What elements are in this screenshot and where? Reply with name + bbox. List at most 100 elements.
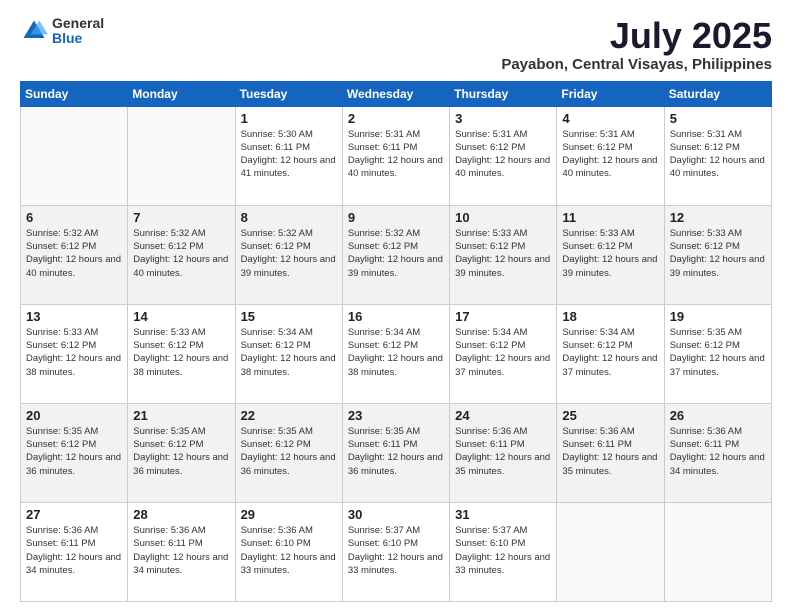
day-number: 21 [133, 408, 229, 423]
day-header-monday: Monday [128, 81, 235, 106]
day-header-friday: Friday [557, 81, 664, 106]
logo-icon [20, 17, 48, 45]
calendar-week-row: 13 Sunrise: 5:33 AM Sunset: 6:12 PM Dayli… [21, 304, 772, 403]
calendar-cell: 8 Sunrise: 5:32 AM Sunset: 6:12 PM Daylig… [235, 205, 342, 304]
day-number: 30 [348, 507, 444, 522]
day-number: 12 [670, 210, 766, 225]
calendar-cell: 12 Sunrise: 5:33 AM Sunset: 6:12 PM Dayli… [664, 205, 771, 304]
day-number: 5 [670, 111, 766, 126]
month-title: July 2025 [501, 16, 772, 56]
calendar-week-row: 20Sunrise: 5:35 AM Sunset: 6:12 PM Dayli… [21, 403, 772, 502]
logo-text: General Blue [52, 16, 104, 47]
calendar-cell: 29 Sunrise: 5:36 AM Sunset: 6:10 PM Dayli… [235, 502, 342, 601]
day-info: Sunrise: 5:31 AM Sunset: 6:11 PM Dayligh… [348, 128, 444, 181]
day-number: 28 [133, 507, 229, 522]
day-info: Sunrise: 5:33 AM Sunset: 6:12 PM Dayligh… [455, 227, 551, 280]
day-info: Sunrise: 5:36 AM Sunset: 6:11 PM Dayligh… [562, 425, 658, 478]
day-info: Sunrise: 5:36 AM Sunset: 6:10 PM Dayligh… [241, 524, 337, 577]
day-number: 1 [241, 111, 337, 126]
calendar-cell: 15 Sunrise: 5:34 AM Sunset: 6:12 PM Dayli… [235, 304, 342, 403]
calendar-cell: 7 Sunrise: 5:32 AM Sunset: 6:12 PM Daylig… [128, 205, 235, 304]
day-number: 31 [455, 507, 551, 522]
calendar-cell [664, 502, 771, 601]
day-info: Sunrise: 5:37 AM Sunset: 6:10 PM Dayligh… [348, 524, 444, 577]
day-number: 10 [455, 210, 551, 225]
calendar-week-row: 1 Sunrise: 5:30 AM Sunset: 6:11 PM Daylig… [21, 106, 772, 205]
day-header-sunday: Sunday [21, 81, 128, 106]
calendar-cell: 27 Sunrise: 5:36 AM Sunset: 6:11 PM Dayli… [21, 502, 128, 601]
day-number: 23 [348, 408, 444, 423]
day-number: 17 [455, 309, 551, 324]
day-number: 9 [348, 210, 444, 225]
day-info: Sunrise: 5:36 AM Sunset: 6:11 PM Dayligh… [26, 524, 122, 577]
day-info: Sunrise: 5:36 AM Sunset: 6:11 PM Dayligh… [133, 524, 229, 577]
calendar-cell: 25 Sunrise: 5:36 AM Sunset: 6:11 PM Dayli… [557, 403, 664, 502]
day-number: 13 [26, 309, 122, 324]
day-info: Sunrise: 5:36 AM Sunset: 6:11 PM Dayligh… [670, 425, 766, 478]
calendar-cell: 14Sunrise: 5:33 AM Sunset: 6:12 PM Dayli… [128, 304, 235, 403]
day-info: Sunrise: 5:37 AM Sunset: 6:10 PM Dayligh… [455, 524, 551, 577]
calendar-cell: 23Sunrise: 5:35 AM Sunset: 6:11 PM Dayli… [342, 403, 449, 502]
calendar-cell: 19Sunrise: 5:35 AM Sunset: 6:12 PM Dayli… [664, 304, 771, 403]
day-info: Sunrise: 5:32 AM Sunset: 6:12 PM Dayligh… [133, 227, 229, 280]
day-number: 18 [562, 309, 658, 324]
day-info: Sunrise: 5:30 AM Sunset: 6:11 PM Dayligh… [241, 128, 337, 181]
calendar-cell: 22 Sunrise: 5:35 AM Sunset: 6:12 PM Dayli… [235, 403, 342, 502]
day-info: Sunrise: 5:35 AM Sunset: 6:12 PM Dayligh… [26, 425, 122, 478]
day-info: Sunrise: 5:31 AM Sunset: 6:12 PM Dayligh… [562, 128, 658, 181]
calendar-cell: 17Sunrise: 5:34 AM Sunset: 6:12 PM Dayli… [450, 304, 557, 403]
day-number: 7 [133, 210, 229, 225]
day-info: Sunrise: 5:36 AM Sunset: 6:11 PM Dayligh… [455, 425, 551, 478]
calendar-cell: 10 Sunrise: 5:33 AM Sunset: 6:12 PM Dayli… [450, 205, 557, 304]
day-number: 22 [241, 408, 337, 423]
location-title: Payabon, Central Visayas, Philippines [501, 56, 772, 73]
calendar-cell: 9 Sunrise: 5:32 AM Sunset: 6:12 PM Daylig… [342, 205, 449, 304]
title-block: July 2025 Payabon, Central Visayas, Phil… [501, 16, 772, 73]
calendar-cell: 21Sunrise: 5:35 AM Sunset: 6:12 PM Dayli… [128, 403, 235, 502]
day-number: 14 [133, 309, 229, 324]
day-number: 2 [348, 111, 444, 126]
day-info: Sunrise: 5:34 AM Sunset: 6:12 PM Dayligh… [562, 326, 658, 379]
calendar-cell: 18 Sunrise: 5:34 AM Sunset: 6:12 PM Dayli… [557, 304, 664, 403]
calendar-cell: 28 Sunrise: 5:36 AM Sunset: 6:11 PM Dayli… [128, 502, 235, 601]
day-info: Sunrise: 5:34 AM Sunset: 6:12 PM Dayligh… [348, 326, 444, 379]
day-info: Sunrise: 5:33 AM Sunset: 6:12 PM Dayligh… [562, 227, 658, 280]
day-info: Sunrise: 5:32 AM Sunset: 6:12 PM Dayligh… [26, 227, 122, 280]
calendar-cell: 6Sunrise: 5:32 AM Sunset: 6:12 PM Daylig… [21, 205, 128, 304]
day-number: 26 [670, 408, 766, 423]
calendar-cell: 5 Sunrise: 5:31 AM Sunset: 6:12 PM Daylig… [664, 106, 771, 205]
day-number: 29 [241, 507, 337, 522]
day-number: 15 [241, 309, 337, 324]
calendar-week-row: 27 Sunrise: 5:36 AM Sunset: 6:11 PM Dayli… [21, 502, 772, 601]
calendar-cell: 2 Sunrise: 5:31 AM Sunset: 6:11 PM Daylig… [342, 106, 449, 205]
day-number: 4 [562, 111, 658, 126]
day-info: Sunrise: 5:34 AM Sunset: 6:12 PM Dayligh… [241, 326, 337, 379]
day-info: Sunrise: 5:33 AM Sunset: 6:12 PM Dayligh… [26, 326, 122, 379]
day-info: Sunrise: 5:32 AM Sunset: 6:12 PM Dayligh… [241, 227, 337, 280]
day-info: Sunrise: 5:33 AM Sunset: 6:12 PM Dayligh… [670, 227, 766, 280]
calendar-header-row: SundayMondayTuesdayWednesdayThursdayFrid… [21, 81, 772, 106]
day-info: Sunrise: 5:35 AM Sunset: 6:12 PM Dayligh… [241, 425, 337, 478]
day-number: 16 [348, 309, 444, 324]
calendar-cell: 13 Sunrise: 5:33 AM Sunset: 6:12 PM Dayli… [21, 304, 128, 403]
day-info: Sunrise: 5:31 AM Sunset: 6:12 PM Dayligh… [670, 128, 766, 181]
header: General Blue July 2025 Payabon, Central … [20, 16, 772, 73]
calendar-cell: 3Sunrise: 5:31 AM Sunset: 6:12 PM Daylig… [450, 106, 557, 205]
logo-general: General [52, 16, 104, 31]
logo-blue: Blue [52, 31, 104, 46]
calendar-cell: 31 Sunrise: 5:37 AM Sunset: 6:10 PM Dayli… [450, 502, 557, 601]
calendar-cell: 30 Sunrise: 5:37 AM Sunset: 6:10 PM Dayli… [342, 502, 449, 601]
day-number: 27 [26, 507, 122, 522]
day-header-saturday: Saturday [664, 81, 771, 106]
calendar-cell [21, 106, 128, 205]
day-number: 8 [241, 210, 337, 225]
day-number: 11 [562, 210, 658, 225]
day-info: Sunrise: 5:31 AM Sunset: 6:12 PM Dayligh… [455, 128, 551, 181]
calendar-cell [557, 502, 664, 601]
calendar-cell: 1 Sunrise: 5:30 AM Sunset: 6:11 PM Daylig… [235, 106, 342, 205]
day-info: Sunrise: 5:32 AM Sunset: 6:12 PM Dayligh… [348, 227, 444, 280]
day-number: 25 [562, 408, 658, 423]
calendar-cell: 20Sunrise: 5:35 AM Sunset: 6:12 PM Dayli… [21, 403, 128, 502]
calendar-week-row: 6Sunrise: 5:32 AM Sunset: 6:12 PM Daylig… [21, 205, 772, 304]
calendar-cell: 4 Sunrise: 5:31 AM Sunset: 6:12 PM Daylig… [557, 106, 664, 205]
